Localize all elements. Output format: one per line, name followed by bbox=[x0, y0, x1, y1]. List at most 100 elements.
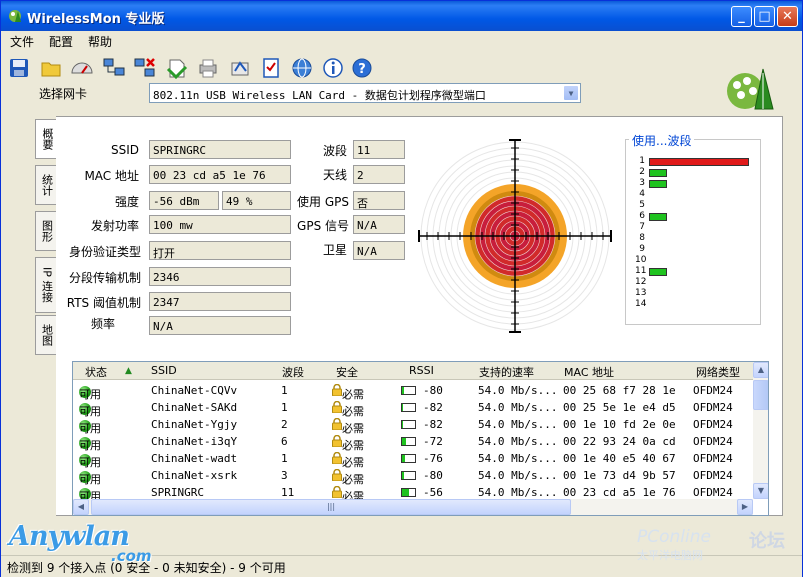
table-row[interactable]: 可用 ChinaNet-i3qY 6 必需 -72 54.0 Mb/s... 00 22 … bbox=[73, 433, 753, 452]
close-button[interactable]: ✕ bbox=[777, 6, 798, 27]
channel-row: 4 bbox=[635, 189, 755, 200]
ssid-label: SSID bbox=[110, 143, 139, 157]
channel-row: 10 bbox=[635, 255, 755, 266]
channel-row: 1 bbox=[635, 156, 755, 167]
lock-icon bbox=[332, 486, 342, 498]
table-row[interactable]: 可用 ChinaNet-wadt 1 必需 -76 54.0 Mb/s... 00 1e … bbox=[73, 450, 753, 469]
col-network-type[interactable]: 网络类型 bbox=[696, 364, 740, 380]
rts-label: RTS 阈值机制 bbox=[66, 296, 141, 310]
globe-icon[interactable] bbox=[289, 55, 315, 81]
tab-summary[interactable]: 概要 bbox=[35, 119, 58, 159]
channel-cell: 6 bbox=[281, 435, 288, 448]
use-gps-value: 否 bbox=[353, 191, 405, 210]
h-scroll-thumb[interactable]: ||| bbox=[91, 499, 571, 515]
rate-cell: 54.0 Mb/s... bbox=[478, 418, 558, 431]
rssi-bar bbox=[401, 386, 416, 395]
col-security[interactable]: 安全 bbox=[336, 364, 358, 380]
channel-value: 11 bbox=[353, 140, 405, 159]
help-icon[interactable]: ? bbox=[349, 55, 375, 81]
channel-row: 9 bbox=[635, 244, 755, 255]
watermark-pconline-cn: 太平洋电脑网 bbox=[637, 549, 703, 562]
col-ssid[interactable]: SSID bbox=[151, 364, 177, 377]
channel-row: 7 bbox=[635, 222, 755, 233]
menu-help[interactable]: 帮助 bbox=[79, 31, 118, 50]
tab-stats[interactable]: 统计 bbox=[35, 165, 57, 205]
table-row[interactable]: 可用 ChinaNet-CQVv 1 必需 -80 54.0 Mb/s... 00 25 … bbox=[73, 382, 753, 401]
rssi-value: -80 bbox=[423, 469, 443, 482]
col-rate[interactable]: 支持的速率 bbox=[479, 364, 534, 380]
channel-cell: 11 bbox=[281, 486, 295, 499]
channel-usage-bar bbox=[649, 169, 667, 177]
tab-map[interactable]: 地图 bbox=[35, 315, 57, 355]
col-rssi[interactable]: RSSI bbox=[409, 364, 434, 377]
chevron-down-icon[interactable]: ▼ bbox=[563, 85, 579, 101]
tx-power-value: 100 mw bbox=[149, 215, 291, 234]
rts-value: 2347 bbox=[149, 292, 291, 311]
channel-number: 5 bbox=[639, 200, 645, 210]
scroll-left-icon[interactable]: ◀ bbox=[73, 499, 89, 515]
mac-cell: 00 25 5e 1e e4 d5 bbox=[563, 401, 676, 414]
vertical-scrollbar[interactable]: ▲ ▼ bbox=[753, 362, 768, 499]
adapter-select[interactable]: 802.11n USB Wireless LAN Card - 数据包计划程序微… bbox=[149, 83, 581, 103]
list-header: 状态 ▲ SSID 波段 安全 RSSI 支持的速率 MAC 地址 网络类型 bbox=[73, 362, 753, 380]
minimize-button[interactable]: _ bbox=[731, 6, 752, 27]
network-type-cell: OFDM24 bbox=[693, 401, 733, 414]
channel-usage-bar bbox=[649, 213, 667, 221]
toolbar: ? bbox=[1, 53, 802, 83]
save-icon[interactable] bbox=[6, 55, 32, 81]
disconnect-icon[interactable] bbox=[132, 55, 158, 81]
antenna-label: 天线 bbox=[322, 168, 347, 182]
watermark-forum: 论坛 bbox=[749, 531, 785, 552]
adapter-value: 802.11n USB Wireless LAN Card - 数据包计划程序微… bbox=[153, 89, 486, 102]
rssi-bar bbox=[401, 488, 416, 497]
ssid-cell: SPRINGRC bbox=[151, 486, 204, 499]
menu-file[interactable]: 文件 bbox=[1, 31, 40, 50]
table-row[interactable]: 可用 ChinaNet-xsrk 3 必需 -80 54.0 Mb/s... 00 1e … bbox=[73, 467, 753, 486]
gauge-icon[interactable] bbox=[69, 55, 95, 81]
app-icon bbox=[9, 10, 21, 22]
rate-cell: 54.0 Mb/s... bbox=[478, 452, 558, 465]
open-folder-icon[interactable] bbox=[38, 55, 64, 81]
col-status[interactable]: 状态 bbox=[85, 364, 107, 380]
horizontal-scrollbar[interactable]: ◀ ||| ▶ bbox=[73, 499, 753, 515]
fragmentation-value: 2346 bbox=[149, 267, 291, 286]
mac-cell: 00 1e 10 fd 2e 0e bbox=[563, 418, 676, 431]
info-icon[interactable] bbox=[320, 55, 346, 81]
scroll-down-icon[interactable]: ▼ bbox=[753, 483, 768, 499]
lock-icon bbox=[332, 435, 342, 447]
print-icon[interactable] bbox=[164, 55, 190, 81]
scroll-right-icon[interactable]: ▶ bbox=[737, 499, 753, 515]
tab-ip-connection[interactable]: IP 连接 bbox=[35, 257, 57, 313]
lock-icon bbox=[332, 401, 342, 413]
channel-usage-bar bbox=[649, 158, 749, 166]
channel-number: 6 bbox=[639, 211, 645, 221]
ssid-cell: ChinaNet-SAKd bbox=[151, 401, 238, 414]
mac-cell: 00 23 cd a5 1e 76 bbox=[563, 486, 676, 499]
col-channel[interactable]: 波段 bbox=[282, 364, 304, 380]
frequency-value: N/A bbox=[149, 316, 291, 335]
title-bar[interactable]: WirelessMon 专业版 _ □ ✕ bbox=[1, 1, 802, 31]
rate-cell: 54.0 Mb/s... bbox=[478, 401, 558, 414]
security-cell: 必需 bbox=[332, 418, 364, 435]
strength-dbm-value: -56 dBm bbox=[149, 191, 219, 210]
tab-graph[interactable]: 图形 bbox=[35, 211, 57, 251]
maximize-button[interactable]: □ bbox=[754, 6, 775, 27]
rssi-value: -76 bbox=[423, 452, 443, 465]
col-mac[interactable]: MAC 地址 bbox=[564, 364, 614, 380]
scan-icon[interactable] bbox=[227, 55, 253, 81]
table-row[interactable]: 可用 ChinaNet-Ygjy 2 必需 -82 54.0 Mb/s... 00 1e … bbox=[73, 416, 753, 435]
rssi-value: -56 bbox=[423, 486, 443, 499]
table-row[interactable]: 可用 ChinaNet-SAKd 1 必需 -82 54.0 Mb/s... 00 25 … bbox=[73, 399, 753, 418]
printer-icon[interactable] bbox=[195, 55, 221, 81]
scroll-thumb[interactable] bbox=[753, 380, 768, 410]
menu-config[interactable]: 配置 bbox=[40, 31, 79, 50]
rssi-value: -80 bbox=[423, 384, 443, 397]
network-computers-icon[interactable] bbox=[101, 55, 127, 81]
checklist-icon[interactable] bbox=[258, 55, 284, 81]
lock-icon bbox=[332, 469, 342, 481]
channel-number: 14 bbox=[635, 299, 647, 309]
watermark-anywlan-com: .com bbox=[111, 547, 152, 565]
scroll-up-icon[interactable]: ▲ bbox=[753, 362, 768, 378]
network-list[interactable]: 状态 ▲ SSID 波段 安全 RSSI 支持的速率 MAC 地址 网络类型 可… bbox=[72, 361, 769, 516]
channel-number: 2 bbox=[639, 167, 645, 177]
